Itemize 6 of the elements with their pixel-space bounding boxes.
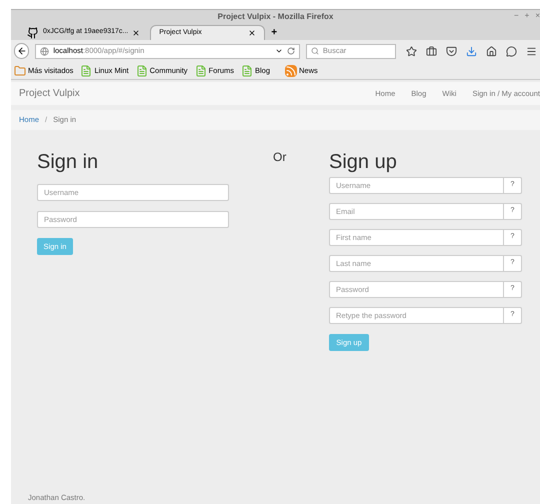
or-label: Or (273, 149, 288, 166)
sign-up-heading: Sign up (329, 150, 398, 174)
new-tab-button[interactable]: + (271, 25, 278, 40)
window-title: Project Vulpix - Mozilla Firefox (218, 11, 334, 23)
sign-in-heading: Sign in (37, 150, 100, 174)
brand-link[interactable]: Project Vulpix (19, 86, 80, 101)
